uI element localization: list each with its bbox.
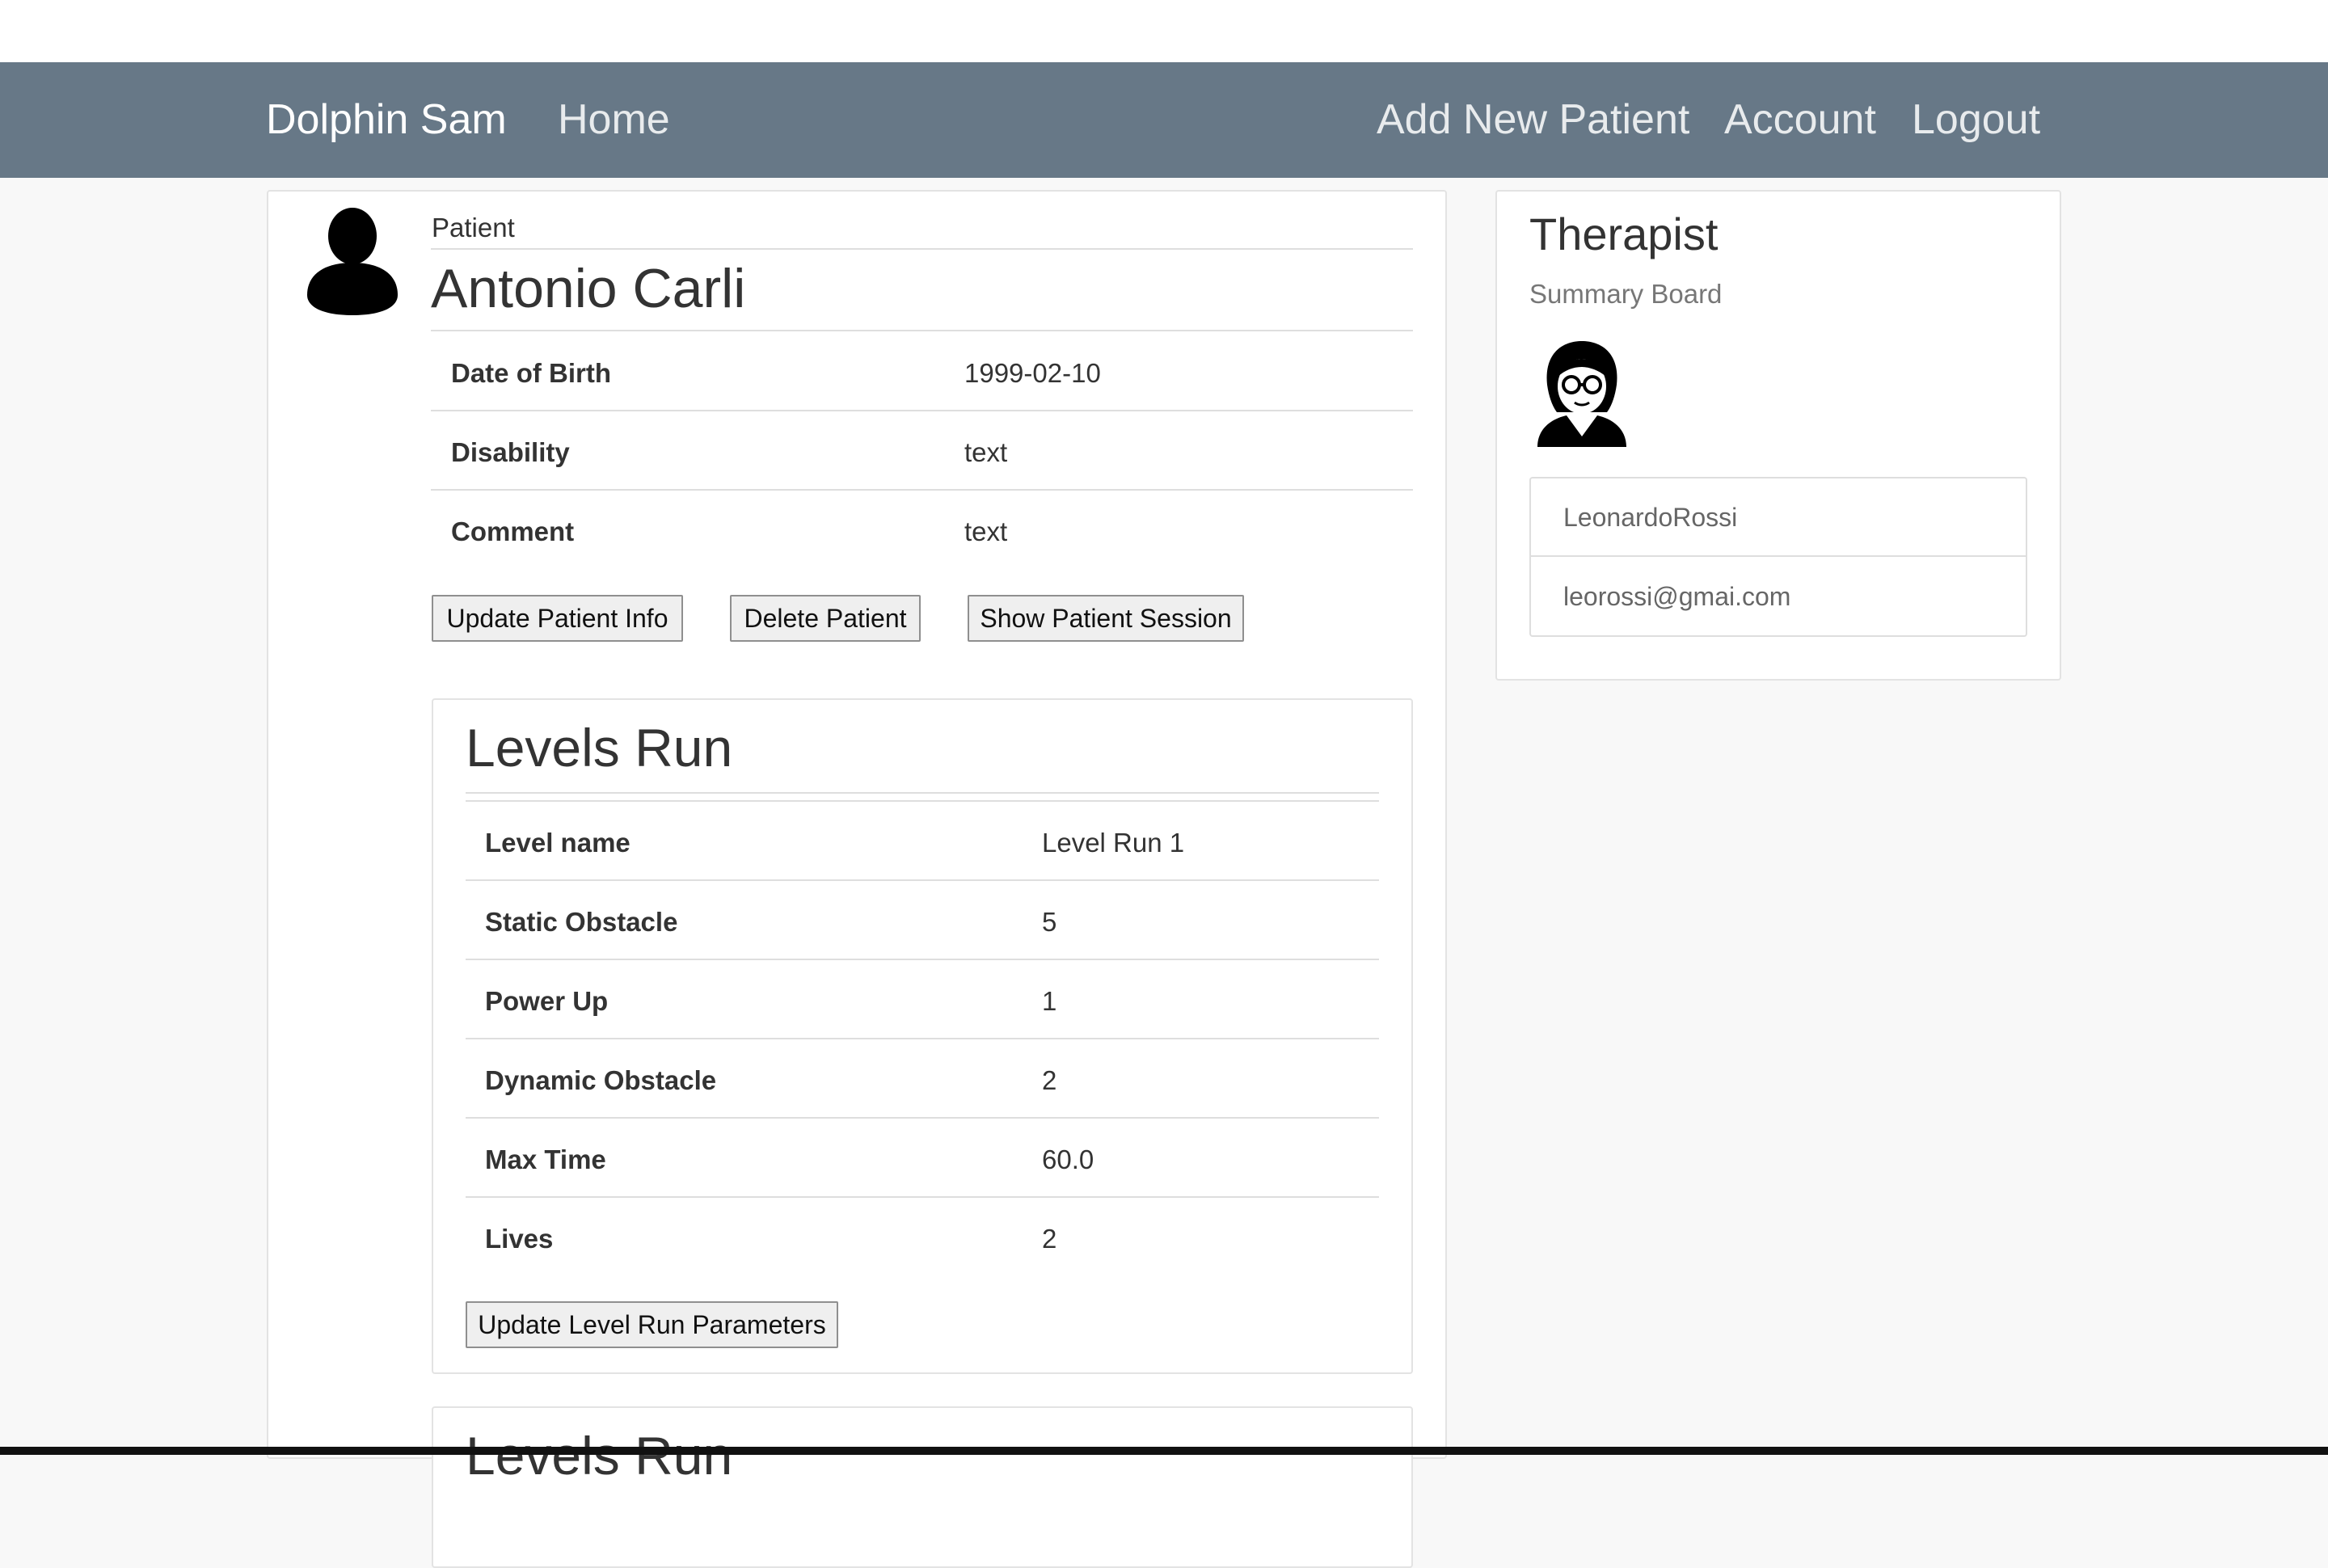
person-silhouette-icon bbox=[307, 206, 398, 315]
show-patient-session-button[interactable]: Show Patient Session bbox=[968, 595, 1244, 642]
disability-label: Disability bbox=[451, 437, 570, 467]
summary-board-subtitle: Summary Board bbox=[1529, 279, 1723, 309]
table-divider bbox=[431, 410, 1413, 411]
table-divider bbox=[466, 959, 1379, 960]
power-up-value: 1 bbox=[1042, 986, 1057, 1016]
power-up-label: Power Up bbox=[485, 986, 609, 1016]
static-obstacle-label: Static Obstacle bbox=[485, 907, 678, 937]
woman-with-glasses-icon bbox=[1534, 338, 1630, 447]
window-bottom-edge bbox=[0, 1447, 2328, 1455]
disability-value: text bbox=[964, 437, 1008, 467]
comment-label: Comment bbox=[451, 516, 575, 546]
lives-label: Lives bbox=[485, 1224, 554, 1254]
nav-logout-link[interactable]: Logout bbox=[1912, 62, 2040, 178]
therapist-title: Therapist bbox=[1529, 209, 1719, 259]
divider bbox=[431, 330, 1413, 331]
nav-add-patient-link[interactable]: Add New Patient bbox=[1377, 62, 1689, 178]
static-obstacle-value: 5 bbox=[1042, 907, 1057, 937]
comment-value: text bbox=[964, 516, 1008, 546]
patient-label: Patient bbox=[432, 213, 515, 242]
dynamic-obstacle-label: Dynamic Obstacle bbox=[485, 1065, 717, 1095]
nav-home-link[interactable]: Home bbox=[558, 62, 670, 178]
divider bbox=[431, 248, 1413, 250]
therapist-info-list: LeonardoRossi leorossi@gmai.com bbox=[1529, 477, 2027, 637]
dob-value: 1999-02-10 bbox=[964, 358, 1101, 388]
table-divider bbox=[466, 1117, 1379, 1119]
levels-run-title: Levels Run bbox=[466, 718, 733, 778]
therapist-email: leorossi@gmai.com bbox=[1563, 582, 1791, 611]
table-divider bbox=[431, 489, 1413, 491]
update-patient-button[interactable]: Update Patient Info bbox=[432, 595, 683, 642]
nav-account-link[interactable]: Account bbox=[1724, 62, 1876, 178]
level-name-value: Level Run 1 bbox=[1042, 828, 1185, 858]
lives-value: 2 bbox=[1042, 1224, 1057, 1254]
therapist-username: LeonardoRossi bbox=[1531, 478, 2026, 557]
max-time-value: 60.0 bbox=[1042, 1144, 1094, 1174]
dob-label: Date of Birth bbox=[451, 358, 611, 388]
update-level-run-button[interactable]: Update Level Run Parameters bbox=[466, 1301, 838, 1348]
navbar: Dolphin Sam Home Add New Patient Account… bbox=[0, 62, 2328, 178]
level-name-label: Level name bbox=[485, 828, 630, 858]
max-time-label: Max Time bbox=[485, 1144, 606, 1174]
patient-name: Antonio Carli bbox=[431, 258, 746, 319]
brand-link[interactable]: Dolphin Sam bbox=[266, 62, 507, 178]
table-top-border bbox=[466, 800, 1379, 802]
delete-patient-button[interactable]: Delete Patient bbox=[730, 595, 921, 642]
table-divider bbox=[466, 1038, 1379, 1039]
dynamic-obstacle-value: 2 bbox=[1042, 1065, 1057, 1095]
table-divider bbox=[466, 1196, 1379, 1198]
browser-top-strip bbox=[0, 0, 2328, 62]
levels-run-title: Levels Run bbox=[466, 1426, 733, 1486]
divider bbox=[466, 792, 1379, 794]
table-divider bbox=[466, 879, 1379, 881]
